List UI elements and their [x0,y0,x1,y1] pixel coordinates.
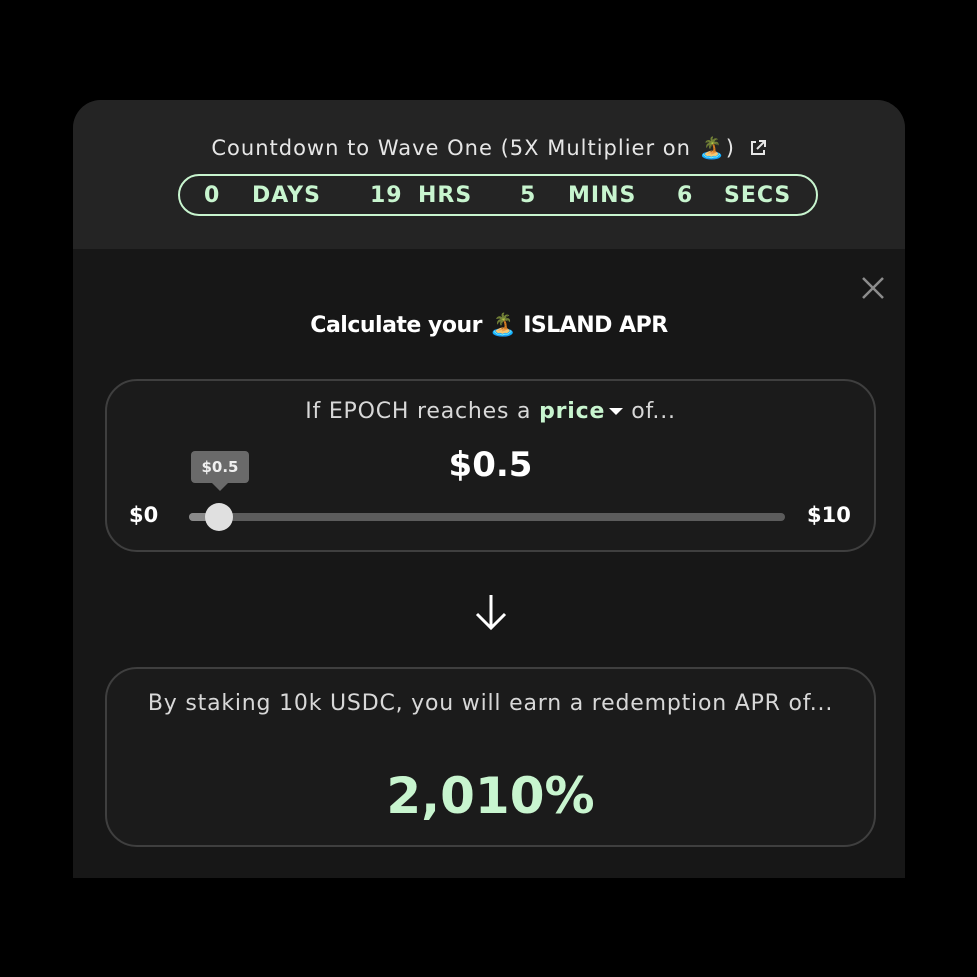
price-slider[interactable] [189,503,785,531]
slider-tooltip: $0.5 [191,451,249,491]
countdown-header: Countdown to Wave One (5X Multiplier on … [73,100,905,249]
apr-value: 2,010% [386,767,595,825]
caret-down-icon [609,408,624,415]
page: Countdown to Wave One (5X Multiplier on … [0,0,977,977]
countdown-title: Countdown to Wave One (5X Multiplier on … [73,133,905,165]
minutes-value: 5 [520,183,537,208]
countdown-timer: 0 DAYS 19 HRS 5 MINS 6 SECS [178,174,818,216]
price-metric-dropdown[interactable]: price [539,399,631,424]
price-input-panel: If EPOCH reaches a price of... $0.5 $0.5 … [105,379,876,552]
apr-calculator-card: Countdown to Wave One (5X Multiplier on … [73,100,905,878]
calculator-title: Calculate your 🏝️ ISLAND APR [310,313,668,338]
close-icon[interactable] [861,276,885,300]
countdown-title-text: Countdown to Wave One (5X Multiplier on … [211,136,735,160]
slider-min-label: $0 [129,503,159,527]
price-metric-label: price [539,399,606,424]
price-question: If EPOCH reaches a price of... [107,399,874,424]
seconds-value: 6 [677,183,694,208]
days-label: DAYS [252,183,321,208]
hours-label: HRS [418,183,473,208]
price-question-prefix: If EPOCH reaches a [305,399,540,424]
price-question-suffix: of... [631,399,676,424]
slider-max-label: $10 [807,503,851,527]
seconds-label: SECS [724,183,792,208]
slider-thumb[interactable] [205,503,233,531]
days-value: 0 [204,183,221,208]
minutes-label: MINS [568,183,637,208]
result-description: By staking 10k USDC, you will earn a red… [147,691,834,716]
apr-result-panel: By staking 10k USDC, you will earn a red… [105,667,876,847]
external-link-icon[interactable] [749,135,767,165]
arrow-down-icon [473,592,509,632]
hours-value: 19 [370,183,403,208]
